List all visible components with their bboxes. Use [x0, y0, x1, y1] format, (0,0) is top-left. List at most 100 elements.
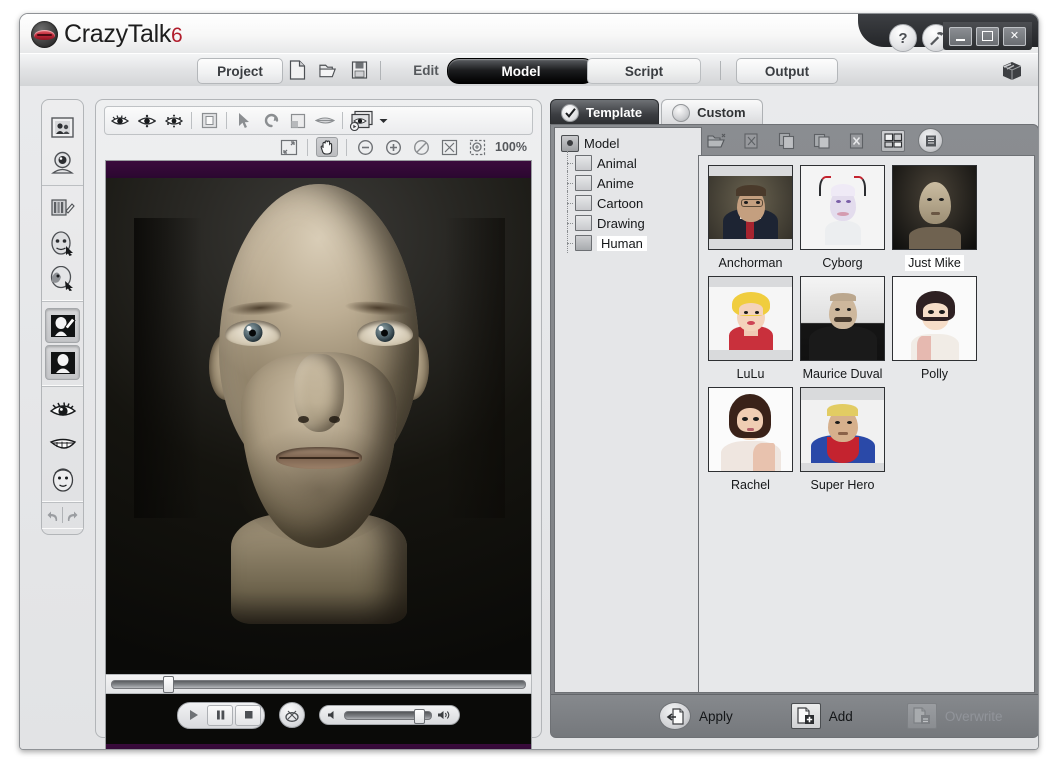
zoom-out-button[interactable]	[355, 138, 375, 156]
circle-icon	[672, 103, 691, 122]
expand-button[interactable]	[279, 138, 299, 156]
timeline-handle[interactable]	[163, 676, 175, 693]
zoom-separator-1	[307, 138, 308, 156]
face-fitting-icon	[51, 231, 73, 256]
tab-project[interactable]: Project	[197, 58, 283, 84]
sliders-pencil-button[interactable]	[46, 192, 79, 225]
eye-button[interactable]	[46, 393, 79, 426]
tree-root-model[interactable]: Model	[561, 133, 701, 153]
layer-icon	[290, 113, 305, 128]
close-button[interactable]: ✕	[1003, 26, 1026, 46]
tree-item-anime-label: Anime	[597, 175, 634, 191]
tree-item-human[interactable]: Human	[561, 231, 701, 253]
playback-layers-icon	[350, 110, 373, 131]
tab-script[interactable]: Script	[587, 58, 701, 84]
zoom-region-button[interactable]	[467, 138, 487, 156]
eye-view-button[interactable]	[110, 112, 130, 130]
frame-button[interactable]	[199, 112, 219, 130]
model-root-icon	[561, 134, 579, 152]
template-item[interactable]: Anchorman	[708, 165, 793, 271]
paste-icon	[813, 133, 830, 149]
library-toolbar	[696, 127, 1036, 154]
tab-output[interactable]: Output	[736, 58, 838, 84]
tab-template[interactable]: Template	[550, 99, 660, 125]
fit-screen-button[interactable]	[439, 138, 459, 156]
render-cube-icon[interactable]	[999, 60, 1025, 82]
template-item[interactable]: LuLu	[708, 276, 793, 382]
stop-button[interactable]	[235, 704, 261, 726]
tab-custom[interactable]: Custom	[661, 99, 763, 125]
template-thumbnail	[800, 276, 885, 361]
tree-item-anime[interactable]: Anime	[561, 171, 701, 193]
model-tree[interactable]: Model Animal Anime Cartoon Drawing Human	[554, 127, 702, 693]
redo-button[interactable]	[64, 507, 81, 527]
open-folder-button[interactable]	[706, 131, 728, 151]
paste-button[interactable]	[811, 131, 833, 151]
toolbar-separator-2	[226, 112, 227, 129]
tree-item-drawing[interactable]: Drawing	[561, 211, 701, 233]
eye-points-button[interactable]	[164, 112, 184, 130]
eye-markers-button[interactable]	[137, 112, 157, 130]
tab-model[interactable]: Model	[447, 58, 595, 84]
workspace: 100% Template Custom Model Animal Anime …	[20, 86, 1038, 749]
timeline-scrubber[interactable]	[105, 674, 532, 694]
loop-record-button[interactable]	[279, 702, 305, 728]
face-fitting-button[interactable]	[46, 227, 79, 260]
zoom-in-icon	[385, 139, 401, 155]
photo-portrait-button[interactable]	[46, 111, 79, 144]
zoom-in-button[interactable]	[383, 138, 403, 156]
tree-item-animal[interactable]: Animal	[561, 151, 701, 173]
undo-button[interactable]	[44, 507, 61, 527]
play-button[interactable]	[181, 706, 205, 725]
transport-controls	[96, 699, 541, 731]
no-zoom-button[interactable]	[411, 138, 431, 156]
cut-button[interactable]	[741, 131, 763, 151]
template-label: Polly	[920, 367, 949, 381]
open-folder-icon[interactable]	[319, 60, 338, 80]
tab-custom-label: Custom	[697, 105, 746, 120]
rail-group-capture	[42, 105, 83, 185]
apply-doc-arrow-icon	[666, 707, 684, 725]
webcam-button[interactable]	[46, 146, 79, 179]
pause-button[interactable]	[207, 704, 233, 726]
template-item[interactable]: Just Mike	[892, 165, 977, 271]
mouth-teeth-button[interactable]	[46, 428, 79, 461]
minimize-button[interactable]	[949, 26, 972, 46]
maximize-button[interactable]	[976, 26, 999, 46]
tree-item-cartoon[interactable]: Cartoon	[561, 191, 701, 213]
template-label: Rachel	[731, 478, 770, 492]
rotate-button[interactable]	[261, 112, 281, 130]
delete-button[interactable]	[846, 131, 868, 151]
layer-button[interactable]	[288, 112, 308, 130]
volume-control[interactable]	[319, 705, 460, 725]
menu-separator-2	[720, 61, 721, 80]
hand-tool-button[interactable]	[316, 137, 338, 157]
thumbnail-view-button[interactable]	[881, 129, 905, 152]
new-document-icon[interactable]	[288, 60, 307, 80]
avatar-silhouette-button[interactable]	[45, 345, 80, 380]
copy-button[interactable]	[776, 131, 798, 151]
arrow-select-button[interactable]	[234, 112, 254, 130]
avatar-face	[185, 184, 453, 624]
template-label: Maurice Duval	[802, 367, 883, 381]
template-item[interactable]: Maurice Duval	[800, 276, 885, 382]
apply-button[interactable]: Apply	[659, 702, 733, 730]
volume-handle[interactable]	[413, 708, 425, 724]
playback-layers-dropdown[interactable]	[350, 110, 388, 131]
head-button[interactable]	[46, 463, 79, 496]
add-button[interactable]: Add	[790, 703, 853, 729]
lips-button[interactable]	[315, 112, 335, 130]
eye-gleam-right	[378, 326, 383, 331]
save-disk-icon[interactable]	[350, 60, 369, 80]
paint-brush-head-button[interactable]	[45, 308, 80, 343]
template-label: Just Mike	[905, 255, 964, 271]
template-item[interactable]: Cyborg	[800, 165, 885, 271]
add-icon	[790, 703, 821, 729]
face-profile-button[interactable]	[46, 262, 79, 295]
template-item[interactable]: Rachel	[708, 387, 793, 493]
preview-canvas[interactable]	[105, 160, 532, 749]
help-button[interactable]: ?	[889, 24, 917, 52]
template-item[interactable]: Super Hero	[800, 387, 885, 493]
list-view-button[interactable]	[918, 128, 943, 153]
template-item[interactable]: Polly	[892, 276, 977, 382]
